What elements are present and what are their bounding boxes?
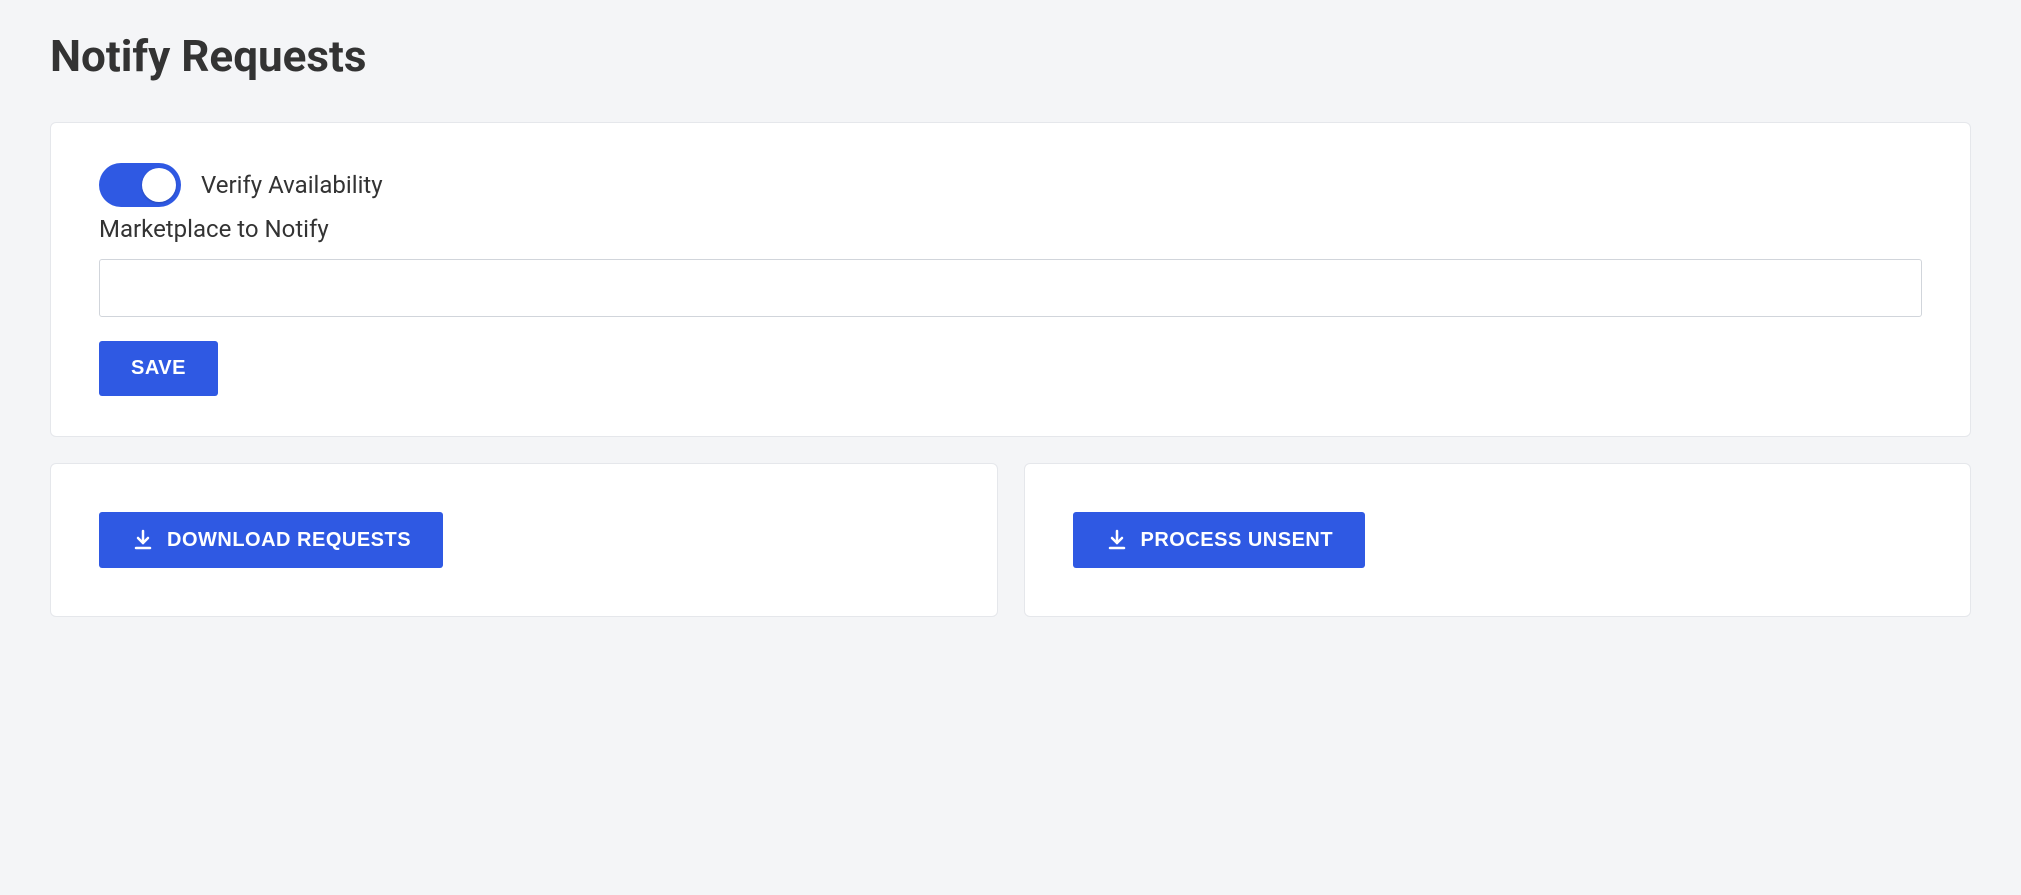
settings-card: Verify Availability Marketplace to Notif… (50, 122, 1971, 437)
verify-availability-label: Verify Availability (201, 171, 383, 199)
process-card: Process Unsent (1024, 463, 1972, 617)
toggle-track (99, 163, 181, 207)
save-button[interactable]: Save (99, 341, 218, 396)
download-requests-label: Download Requests (167, 529, 411, 552)
marketplace-label: Marketplace to Notify (99, 215, 1922, 243)
action-cards-row: Download Requests Process Unsent (50, 463, 1971, 617)
verify-availability-row: Verify Availability (99, 163, 1922, 207)
download-card: Download Requests (50, 463, 998, 617)
marketplace-input[interactable] (99, 259, 1922, 317)
page-title: Notify Requests (50, 30, 1971, 82)
download-requests-button[interactable]: Download Requests (99, 512, 443, 568)
save-button-label: Save (131, 357, 186, 380)
toggle-thumb (142, 168, 176, 202)
process-unsent-label: Process Unsent (1141, 529, 1334, 552)
download-icon (131, 528, 155, 552)
download-icon (1105, 528, 1129, 552)
process-unsent-button[interactable]: Process Unsent (1073, 512, 1366, 568)
verify-availability-toggle[interactable] (99, 163, 181, 207)
